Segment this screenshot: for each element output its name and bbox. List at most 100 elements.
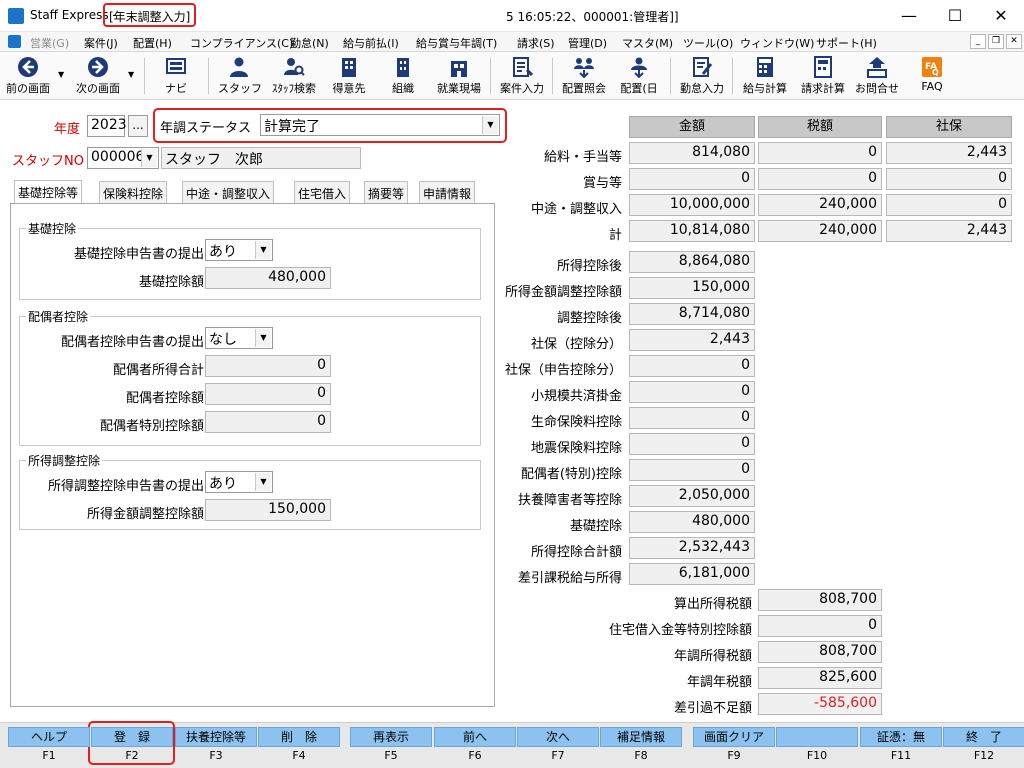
organization-icon xyxy=(397,58,409,77)
adjust-submit-select[interactable]: あり ▼ xyxy=(205,471,273,493)
year-input[interactable]: 2023 xyxy=(87,115,127,137)
deduction-value-field: 8,864,080 xyxy=(629,251,755,273)
menu-compliance[interactable]: コンプライアンス(C) xyxy=(190,35,293,51)
maximize-button[interactable]: ☐ xyxy=(932,0,978,32)
spouse-special-label: 配偶者特別控除額 xyxy=(99,419,204,434)
menu-window[interactable]: ウィンドウ(W) xyxy=(740,35,814,51)
basic-amount-field: 480,000 xyxy=(205,267,331,289)
basic-submit-select[interactable]: あり ▼ xyxy=(205,239,273,261)
close-button[interactable]: ✕ xyxy=(978,0,1024,32)
toolbar-separator xyxy=(670,58,671,94)
chevron-down-icon[interactable]: ▼ xyxy=(255,473,271,491)
mdi-minimize-button[interactable]: _ xyxy=(970,34,986,49)
worksite-button[interactable]: 就業現場 xyxy=(432,54,486,98)
prev-screen-button[interactable]: 前の画面 xyxy=(2,54,54,98)
menu-attendance[interactable]: 勤怠(N) xyxy=(290,35,329,51)
staff-no-label: スタッフNO xyxy=(12,154,84,169)
arrow-right-icon xyxy=(88,57,108,77)
fkey-f8-button[interactable]: 補足情報 xyxy=(600,727,682,747)
title-bar: Staff Express - [年末調整入力] 5 16:05:22、0000… xyxy=(0,0,1024,32)
fkey-f12-button[interactable]: 終 了 xyxy=(943,727,1024,747)
next-screen-button[interactable]: 次の画面 xyxy=(72,54,124,98)
client-button[interactable]: 得意先 xyxy=(328,54,370,98)
staff-label: スタッフ xyxy=(218,82,262,95)
income-adjust-title: 所得調整控除 xyxy=(26,452,103,469)
fkey-f6-button[interactable]: 前へ xyxy=(434,727,516,747)
organization-button[interactable]: 組織 xyxy=(382,54,424,98)
menu-tools[interactable]: ツール(O) xyxy=(683,35,733,51)
placement-day-button[interactable]: 配置(日 xyxy=(616,54,662,98)
chevron-down-icon[interactable]: ▼ xyxy=(482,116,498,134)
spouse-deduction-field: 0 xyxy=(205,383,331,405)
tax-value-field: -585,600 xyxy=(758,693,882,715)
fkey-f1-button[interactable]: ヘルプ xyxy=(8,727,90,747)
staff-button[interactable]: スタッフ xyxy=(218,54,262,98)
year-picker-button[interactable]: ... xyxy=(128,115,148,137)
inquiry-button[interactable]: お問合せ xyxy=(852,54,902,98)
deduction-value-field: 0 xyxy=(629,459,755,481)
menu-billing[interactable]: 請求(S) xyxy=(517,35,555,51)
staff-name-field: スタッフ 次郎 xyxy=(161,147,361,169)
deduction-row-label: 所得金額調整控除額 xyxy=(504,285,622,300)
staff-search-button[interactable]: ｽﾀｯﾌ検索 xyxy=(268,54,320,98)
prev-dropdown-icon[interactable]: ▼ xyxy=(58,70,64,79)
spouse-deduction-title: 配偶者控除 xyxy=(26,308,91,325)
chevron-down-icon[interactable]: ▼ xyxy=(255,329,271,347)
fkey-f3-button[interactable]: 扶養控除等 xyxy=(175,727,257,747)
menu-master[interactable]: マスタ(M) xyxy=(622,35,673,51)
fkey-f7-button[interactable]: 次へ xyxy=(517,727,599,747)
fkey-f4-button[interactable]: 削 除 xyxy=(258,727,340,747)
navi-button[interactable]: ナビ xyxy=(155,54,197,98)
job-entry-button[interactable]: 案件入力 xyxy=(496,54,548,98)
staff-no-select[interactable]: 000006 ▼ xyxy=(87,147,159,169)
menu-bar: 営業(G) 案件(J) 配置(H) コンプライアンス(C) 勤怠(N) 給与前払… xyxy=(0,32,1024,52)
mdi-close-button[interactable]: ✕ xyxy=(1006,34,1022,49)
tab-basic-deduction[interactable]: 基礎控除等 xyxy=(14,180,83,204)
faq-button[interactable]: FA Q FAQ xyxy=(912,54,952,98)
menu-payroll[interactable]: 給与賞与年調(T) xyxy=(416,35,497,51)
toolbar-separator xyxy=(732,58,733,94)
fkey-f5-button[interactable]: 再表示 xyxy=(350,727,432,747)
placement-inquiry-button[interactable]: 配置照会 xyxy=(558,54,610,98)
menu-jobs[interactable]: 案件(J) xyxy=(84,35,118,51)
billing-calc-button[interactable]: 請求計算 xyxy=(796,54,850,98)
tab-notes[interactable]: 摘要等 xyxy=(364,181,409,203)
fkey-f2-button[interactable]: 登 録 xyxy=(91,727,173,747)
deduction-row-label: 差引課税給与所得 xyxy=(517,571,622,586)
tab-midyear-income[interactable]: 中途・調整収入 xyxy=(182,181,275,203)
summary-social-field: 0 xyxy=(886,194,1012,216)
menu-support[interactable]: サポート(H) xyxy=(816,35,877,51)
chevron-down-icon[interactable]: ▼ xyxy=(141,149,157,167)
attendance-entry-button[interactable]: 勤怠入力 xyxy=(676,54,728,98)
attendance-icon xyxy=(693,57,713,77)
adjust-submit-label: 所得調整控除申告書の提出 xyxy=(47,479,204,494)
payroll-calc-button[interactable]: 給与計算 xyxy=(738,54,792,98)
fkey-number: F9 xyxy=(727,749,741,762)
minimize-button[interactable]: — xyxy=(886,0,932,32)
staff-search-label: ｽﾀｯﾌ検索 xyxy=(272,82,316,95)
tab-application-info[interactable]: 申請情報 xyxy=(419,181,476,203)
menu-sales[interactable]: 営業(G) xyxy=(30,35,69,51)
screen-name: [年末調整入力] xyxy=(103,3,197,27)
navi-icon xyxy=(166,58,186,74)
chevron-down-icon[interactable]: ▼ xyxy=(255,241,271,259)
deduction-row-label: 扶養障害者等控除 xyxy=(517,493,622,508)
deduction-value-field: 150,000 xyxy=(629,277,755,299)
fkey-f11-button[interactable]: 証憑：無 xyxy=(860,727,942,747)
tab-housing-loan[interactable]: 住宅借入 xyxy=(294,181,351,203)
billing-icon xyxy=(814,56,832,78)
mdi-restore-button[interactable]: ❐ xyxy=(988,34,1004,49)
next-dropdown-icon[interactable]: ▼ xyxy=(128,70,134,79)
menu-advance-pay[interactable]: 給与前払(I) xyxy=(343,35,399,51)
organization-label: 組織 xyxy=(392,82,414,95)
job-entry-icon xyxy=(513,57,533,77)
fkey-f9-button[interactable]: 画面クリア xyxy=(693,727,775,747)
spouse-submit-select[interactable]: なし ▼ xyxy=(205,327,273,349)
spouse-deduction-label: 配偶者控除額 xyxy=(125,391,204,406)
deduction-row-label: 社保（申告控除分） xyxy=(504,363,622,378)
menu-placement[interactable]: 配置(H) xyxy=(133,35,172,51)
tab-insurance-deduction[interactable]: 保険料控除 xyxy=(99,181,168,203)
fkey-f10-button[interactable] xyxy=(776,727,858,747)
status-select[interactable]: 計算完了 ▼ xyxy=(260,114,500,136)
menu-admin[interactable]: 管理(D) xyxy=(568,35,607,51)
